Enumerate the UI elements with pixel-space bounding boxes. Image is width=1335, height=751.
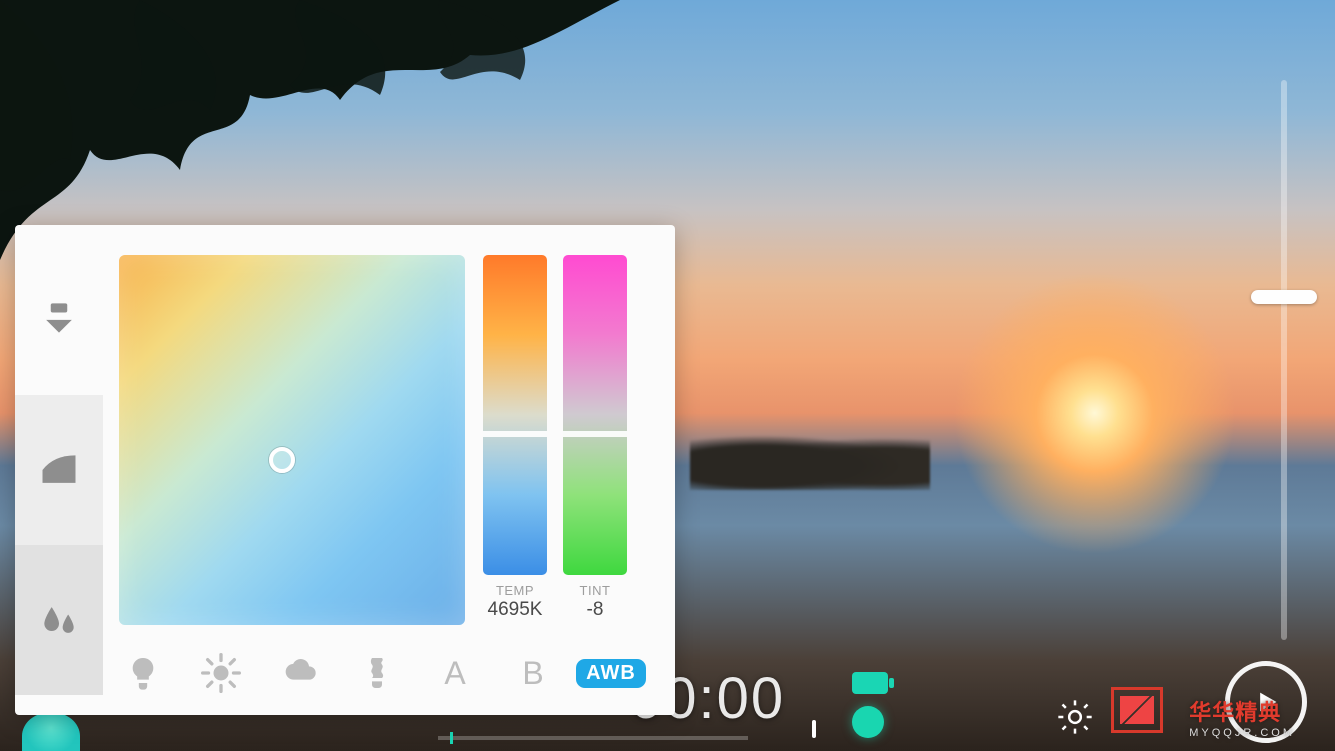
tint-label: TINT — [563, 583, 627, 598]
preset-incandescent[interactable] — [119, 649, 167, 697]
tint-value: -8 — [550, 599, 640, 621]
scale-tick — [812, 720, 816, 738]
bulb-icon — [123, 653, 163, 693]
camera-viewport: 00:00 — [0, 0, 1335, 751]
preset-fluorescent[interactable] — [353, 649, 401, 697]
temperature-slider[interactable] — [483, 255, 547, 575]
tint-slider-thumb[interactable] — [563, 431, 627, 437]
picker-icon — [37, 296, 81, 340]
cloud-icon — [279, 653, 319, 693]
record-button[interactable] — [1225, 661, 1307, 743]
cfl-icon — [357, 653, 397, 693]
preset-sunny[interactable] — [197, 649, 245, 697]
awb-badge: AWB — [576, 659, 646, 688]
white-balance-panel: TEMP 4695K TINT -8 — [15, 225, 675, 715]
wb-tab-curve[interactable] — [15, 395, 103, 545]
play-icon — [1252, 688, 1280, 716]
exposure-slider-thumb[interactable] — [1251, 290, 1317, 304]
wb-tab-picker[interactable] — [15, 263, 103, 373]
wb-sidebar — [15, 225, 103, 715]
level-indicator[interactable] — [852, 706, 884, 738]
preset-custom-a[interactable]: A — [431, 649, 479, 697]
temperature-slider-thumb[interactable] — [483, 431, 547, 437]
preset-custom-b[interactable]: B — [509, 649, 557, 697]
sun-icon — [201, 653, 241, 693]
watermark-logo — [1111, 687, 1163, 733]
exposure-slider-track[interactable] — [1281, 80, 1287, 640]
droplets-icon — [37, 598, 81, 642]
color-temperature-pad[interactable] — [119, 255, 465, 625]
preset-awb[interactable]: AWB — [587, 649, 635, 697]
wb-tab-tint[interactable] — [15, 545, 103, 695]
temperature-label: TEMP — [483, 583, 547, 598]
battery-icon — [852, 672, 894, 694]
curve-icon — [37, 448, 81, 492]
temperature-value: 4695K — [470, 599, 560, 621]
gear-icon — [1055, 697, 1095, 737]
settings-button[interactable] — [1051, 693, 1099, 741]
horizon-rocks — [690, 430, 930, 490]
tint-slider[interactable] — [563, 255, 627, 575]
pad-cursor[interactable] — [269, 447, 295, 473]
focus-scale[interactable] — [438, 736, 748, 740]
preset-cloudy[interactable] — [275, 649, 323, 697]
wb-preset-row: A B AWB — [119, 647, 635, 699]
